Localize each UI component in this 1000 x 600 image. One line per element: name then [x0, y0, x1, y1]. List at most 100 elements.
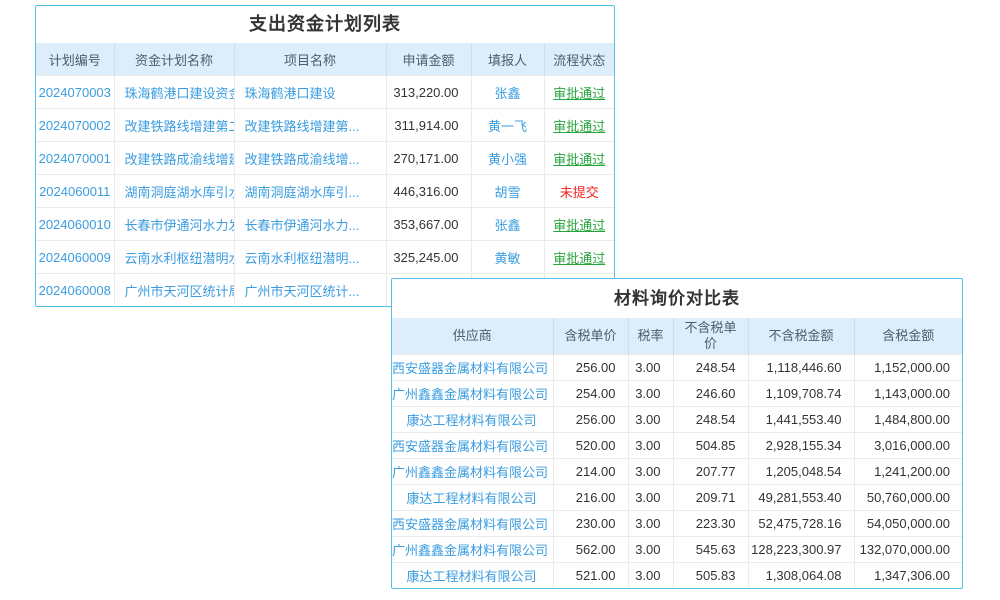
tax-rate-cell: 3.00: [628, 563, 673, 589]
plan-id-link[interactable]: 2024070002: [36, 109, 114, 142]
column-header-fund-plan-name: 资金计划名称: [114, 43, 234, 76]
amount-excl-tax-cell: 1,441,553.40: [748, 407, 854, 433]
plan-id-link[interactable]: 2024060010: [36, 208, 114, 241]
material-quote-table-title: 材料询价对比表: [392, 279, 962, 318]
column-header-amount-excl-tax: 不含税金额: [748, 318, 854, 355]
unit-price-incl-tax-cell: 521.00: [553, 563, 628, 589]
reporter-link[interactable]: 胡雪: [471, 175, 544, 208]
plan-id-link[interactable]: 2024070001: [36, 142, 114, 175]
fund-plan-name-link[interactable]: 改建铁路线增建第二...: [114, 109, 234, 142]
status-link[interactable]: 审批通过: [544, 208, 614, 241]
supplier-link[interactable]: 康达工程材料有限公司: [392, 563, 553, 589]
table-row: 2024070003 珠海鹤港口建设资金... 珠海鹤港口建设 313,220.…: [36, 76, 614, 109]
unit-price-excl-tax-cell: 207.77: [673, 459, 748, 485]
column-header-amount-incl-tax: 含税金额: [854, 318, 962, 355]
fund-plan-name-link[interactable]: 广州市天河区统计局...: [114, 274, 234, 307]
tax-rate-cell: 3.00: [628, 537, 673, 563]
supplier-link[interactable]: 广州鑫鑫金属材料有限公司: [392, 537, 553, 563]
reporter-link[interactable]: 黄一飞: [471, 109, 544, 142]
column-header-reporter: 填报人: [471, 43, 544, 76]
column-header-tax-rate: 税率: [628, 318, 673, 355]
table-row: 西安盛器金属材料有限公司 230.00 3.00 223.30 52,475,7…: [392, 511, 962, 537]
fund-plan-name-link[interactable]: 云南水利枢纽潜明水...: [114, 241, 234, 274]
project-name-link[interactable]: 改建铁路成渝线增...: [234, 142, 386, 175]
plan-id-link[interactable]: 2024060008: [36, 274, 114, 307]
unit-price-incl-tax-cell: 214.00: [553, 459, 628, 485]
tax-rate-cell: 3.00: [628, 433, 673, 459]
table-row: 康达工程材料有限公司 256.00 3.00 248.54 1,441,553.…: [392, 407, 962, 433]
unit-price-incl-tax-cell: 562.00: [553, 537, 628, 563]
column-header-unit-price-incl-tax: 含税单价: [553, 318, 628, 355]
project-name-link[interactable]: 珠海鹤港口建设: [234, 76, 386, 109]
table-row: 2024060011 湖南洞庭湖水库引水... 湖南洞庭湖水库引... 446,…: [36, 175, 614, 208]
supplier-link[interactable]: 康达工程材料有限公司: [392, 485, 553, 511]
fund-plan-name-link[interactable]: 改建铁路成渝线增建...: [114, 142, 234, 175]
table-row: 2024070001 改建铁路成渝线增建... 改建铁路成渝线增... 270,…: [36, 142, 614, 175]
column-header-unit-price-excl-tax-label: 不含税单价: [682, 320, 740, 353]
expenditure-plan-table: 计划编号 资金计划名称 项目名称 申请金额 填报人 流程状态 202407000…: [36, 43, 614, 306]
supplier-link[interactable]: 广州鑫鑫金属材料有限公司: [392, 459, 553, 485]
reporter-link[interactable]: 张鑫: [471, 76, 544, 109]
table-row: 2024060010 长春市伊通河水力发... 长春市伊通河水力... 353,…: [36, 208, 614, 241]
fund-plan-name-link[interactable]: 湖南洞庭湖水库引水...: [114, 175, 234, 208]
table-row: 广州鑫鑫金属材料有限公司 214.00 3.00 207.77 1,205,04…: [392, 459, 962, 485]
project-name-link[interactable]: 长春市伊通河水力...: [234, 208, 386, 241]
column-header-flow-status: 流程状态: [544, 43, 614, 76]
unit-price-excl-tax-cell: 223.30: [673, 511, 748, 537]
status-link[interactable]: 审批通过: [544, 109, 614, 142]
status-text: 未提交: [544, 175, 614, 208]
apply-amount-cell: 325,245.00: [386, 241, 471, 274]
plan-id-link[interactable]: 2024060009: [36, 241, 114, 274]
unit-price-excl-tax-cell: 209.71: [673, 485, 748, 511]
unit-price-excl-tax-cell: 248.54: [673, 407, 748, 433]
amount-incl-tax-cell: 132,070,000.00: [854, 537, 962, 563]
apply-amount-cell: 270,171.00: [386, 142, 471, 175]
reporter-link[interactable]: 黄敏: [471, 241, 544, 274]
material-quote-table-panel: 材料询价对比表 供应商 含税单价 税率 不含税单价 不含税金额 含税金额 西安盛…: [391, 278, 963, 589]
reporter-link[interactable]: 黄小强: [471, 142, 544, 175]
project-name-link[interactable]: 湖南洞庭湖水库引...: [234, 175, 386, 208]
supplier-link[interactable]: 西安盛器金属材料有限公司: [392, 511, 553, 537]
amount-excl-tax-cell: 1,205,048.54: [748, 459, 854, 485]
supplier-link[interactable]: 康达工程材料有限公司: [392, 407, 553, 433]
amount-excl-tax-cell: 49,281,553.40: [748, 485, 854, 511]
amount-excl-tax-cell: 1,109,708.74: [748, 381, 854, 407]
table-row: 2024070002 改建铁路线增建第二... 改建铁路线增建第... 311,…: [36, 109, 614, 142]
supplier-link[interactable]: 广州鑫鑫金属材料有限公司: [392, 381, 553, 407]
plan-header-row: 计划编号 资金计划名称 项目名称 申请金额 填报人 流程状态: [36, 43, 614, 76]
project-name-link[interactable]: 广州市天河区统计...: [234, 274, 386, 307]
tax-rate-cell: 3.00: [628, 407, 673, 433]
project-name-link[interactable]: 改建铁路线增建第...: [234, 109, 386, 142]
fund-plan-name-link[interactable]: 长春市伊通河水力发...: [114, 208, 234, 241]
status-link[interactable]: 审批通过: [544, 76, 614, 109]
fund-plan-name-link[interactable]: 珠海鹤港口建设资金...: [114, 76, 234, 109]
quote-header-row: 供应商 含税单价 税率 不含税单价 不含税金额 含税金额: [392, 318, 962, 355]
column-header-apply-amount: 申请金额: [386, 43, 471, 76]
status-link[interactable]: 审批通过: [544, 142, 614, 175]
apply-amount-cell: 311,914.00: [386, 109, 471, 142]
apply-amount-cell: 313,220.00: [386, 76, 471, 109]
tax-rate-cell: 3.00: [628, 459, 673, 485]
amount-incl-tax-cell: 3,016,000.00: [854, 433, 962, 459]
status-link[interactable]: 审批通过: [544, 241, 614, 274]
reporter-link[interactable]: 张鑫: [471, 208, 544, 241]
table-row: 康达工程材料有限公司 216.00 3.00 209.71 49,281,553…: [392, 485, 962, 511]
plan-id-link[interactable]: 2024070003: [36, 76, 114, 109]
plan-id-link[interactable]: 2024060011: [36, 175, 114, 208]
amount-excl-tax-cell: 2,928,155.34: [748, 433, 854, 459]
unit-price-incl-tax-cell: 256.00: [553, 407, 628, 433]
unit-price-incl-tax-cell: 216.00: [553, 485, 628, 511]
tax-rate-cell: 3.00: [628, 355, 673, 381]
unit-price-excl-tax-cell: 505.83: [673, 563, 748, 589]
unit-price-excl-tax-cell: 545.63: [673, 537, 748, 563]
project-name-link[interactable]: 云南水利枢纽潜明...: [234, 241, 386, 274]
amount-excl-tax-cell: 128,223,300.97: [748, 537, 854, 563]
amount-incl-tax-cell: 50,760,000.00: [854, 485, 962, 511]
amount-incl-tax-cell: 1,241,200.00: [854, 459, 962, 485]
unit-price-incl-tax-cell: 520.00: [553, 433, 628, 459]
unit-price-incl-tax-cell: 254.00: [553, 381, 628, 407]
supplier-link[interactable]: 西安盛器金属材料有限公司: [392, 433, 553, 459]
supplier-link[interactable]: 西安盛器金属材料有限公司: [392, 355, 553, 381]
amount-excl-tax-cell: 52,475,728.16: [748, 511, 854, 537]
unit-price-excl-tax-cell: 504.85: [673, 433, 748, 459]
